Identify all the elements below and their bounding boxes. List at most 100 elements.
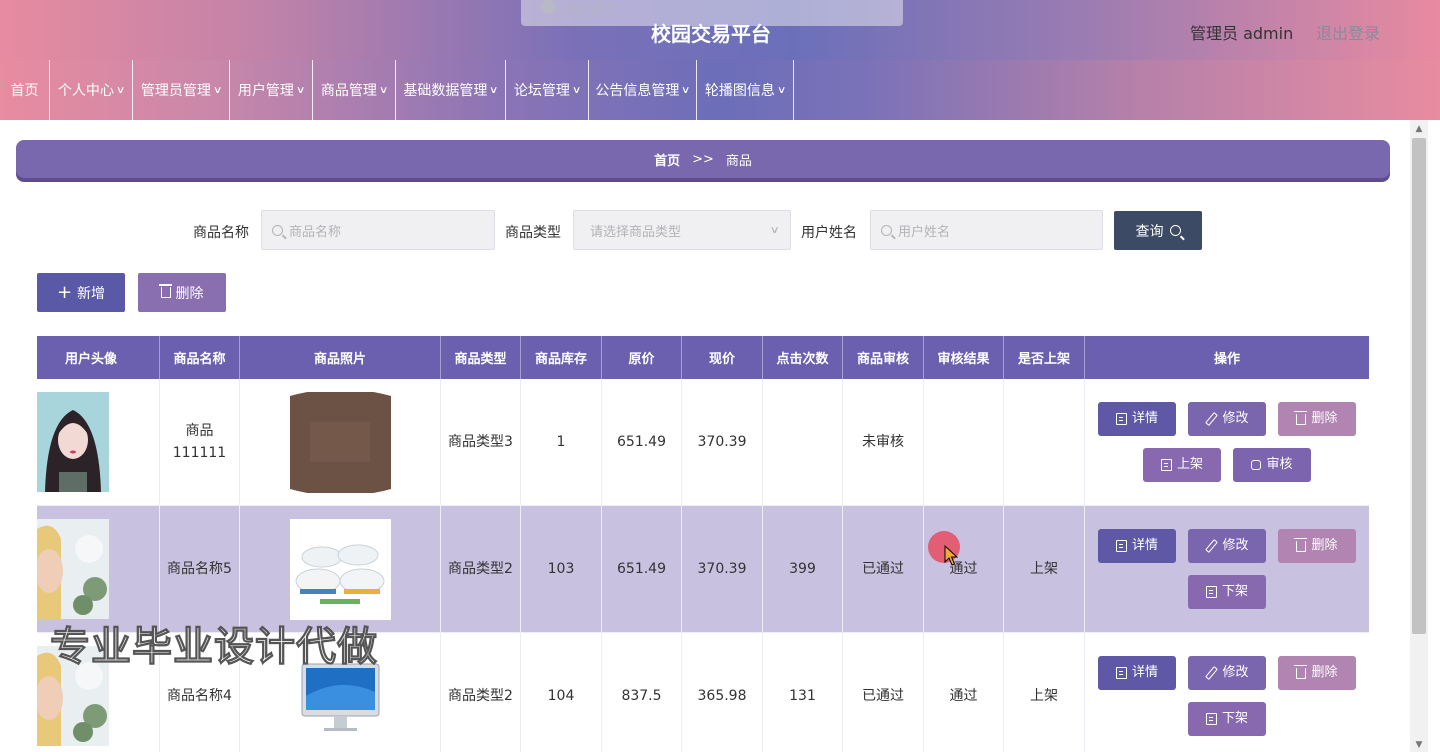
table-header: 用户头像 商品名称 商品照片 商品类型 商品库存 原价 现价 点击次数 商品审核… (37, 336, 1369, 379)
detail-button[interactable]: 详情 (1098, 656, 1176, 690)
top-header: 操作成功 校园交易平台 管理员 admin 退出登录 (0, 0, 1440, 60)
trash-icon (1294, 410, 1308, 425)
stock-cell: 1 (521, 379, 602, 505)
edit-button[interactable]: 修改 (1188, 656, 1266, 690)
operations-cell: 详情 修改 删除 上架 审核 (1085, 379, 1369, 505)
add-button[interactable]: + 新增 (37, 273, 125, 312)
goods-table: 用户头像 商品名称 商品照片 商品类型 商品库存 原价 现价 点击次数 商品审核… (37, 336, 1369, 752)
original-price-cell: 651.49 (602, 379, 682, 505)
goods-name-label: 商品名称 (193, 225, 249, 241)
nav-item-admin-management[interactable]: 管理员管理 ∨ (133, 60, 230, 120)
goods-photo-cell (240, 379, 441, 505)
col-header: 用户头像 (37, 336, 160, 379)
chevron-down-icon: ∨ (378, 84, 389, 96)
goods-name-cell: 商品111111 (160, 379, 240, 505)
nav-item-notice[interactable]: 公告信息管理 ∨ (589, 60, 697, 120)
take-off-shelf-button[interactable]: 下架 (1188, 702, 1266, 736)
on-shelf-cell: 上架 (1004, 506, 1085, 632)
col-header: 现价 (682, 336, 763, 379)
breadcrumb-home[interactable]: 首页 (654, 150, 680, 169)
clicks-cell (763, 379, 843, 505)
query-button[interactable]: 查询 (1114, 211, 1202, 250)
audit-button[interactable]: 审核 (1233, 448, 1311, 482)
scroll-up-arrow-icon[interactable]: ▲ (1412, 124, 1426, 134)
document-icon (1115, 540, 1127, 552)
col-header: 审核结果 (924, 336, 1004, 379)
chevron-down-icon: ∨ (295, 84, 306, 96)
audit-result-cell: 通过 (924, 633, 1004, 752)
goods-type-cell: 商品类型3 (441, 379, 521, 505)
chevron-down-icon: ∨ (769, 224, 780, 236)
success-check-icon (541, 0, 555, 14)
document-icon (1115, 667, 1127, 679)
chevron-down-icon: ∨ (571, 84, 582, 96)
nav-item-home[interactable]: 首页 (0, 60, 50, 120)
avatar (37, 392, 109, 492)
operations-cell: 详情 修改 删除 下架 (1085, 506, 1369, 632)
avatar (37, 519, 109, 619)
nav-item-user-management[interactable]: 用户管理 ∨ (230, 60, 313, 120)
admin-user-label: 管理员 admin (1190, 24, 1294, 43)
operations-cell: 详情 修改 删除 下架 (1085, 633, 1369, 752)
col-header: 商品类型 (441, 336, 521, 379)
document-icon (1205, 713, 1217, 725)
app-root: 操作成功 校园交易平台 管理员 admin 退出登录 首页 个人中心 ∨ 管理员管… (0, 0, 1440, 752)
search-icon (1169, 225, 1181, 236)
col-header: 是否上架 (1004, 336, 1085, 379)
detail-button[interactable]: 详情 (1098, 529, 1176, 563)
scroll-down-arrow-icon[interactable]: ▼ (1412, 740, 1426, 750)
delete-button[interactable]: 删除 (1278, 402, 1356, 436)
chevron-down-icon: ∨ (681, 84, 691, 96)
logout-link[interactable]: 退出登录 (1316, 20, 1380, 44)
goods-name-input[interactable]: 商品名称 (261, 210, 495, 250)
detail-button[interactable]: 详情 (1098, 402, 1176, 436)
goods-type-select[interactable]: 请选择商品类型 ∨ (573, 210, 791, 250)
audit-status-cell: 未审核 (843, 379, 924, 505)
nav-item-base-data[interactable]: 基础数据管理 ∨ (396, 60, 506, 120)
search-icon (272, 224, 283, 236)
goods-type-cell: 商品类型2 (441, 633, 521, 752)
document-icon (1160, 459, 1172, 471)
delete-button[interactable]: 删除 (1278, 656, 1356, 690)
thumb-up-icon (1251, 460, 1262, 470)
table-row: 商品111111 商品类型3 1 651.49 370.39 未审核 详情 修改 (37, 379, 1369, 506)
pencil-icon (1205, 667, 1217, 679)
col-header: 商品审核 (843, 336, 924, 379)
take-off-shelf-button[interactable]: 下架 (1188, 575, 1266, 609)
audit-result-cell: 通过 (924, 506, 1004, 632)
original-price-cell: 837.5 (602, 633, 682, 752)
trash-icon (158, 284, 172, 298)
nav-item-goods-management[interactable]: 商品管理 ∨ (313, 60, 396, 120)
stock-cell: 104 (521, 633, 602, 752)
col-header: 点击次数 (763, 336, 843, 379)
price-cell: 370.39 (682, 506, 763, 632)
goods-type-label: 商品类型 (505, 225, 561, 241)
breadcrumb: 首页 >> 商品 (16, 140, 1390, 178)
edit-button[interactable]: 修改 (1188, 529, 1266, 563)
plus-icon: + (56, 281, 73, 303)
chevron-down-icon: ∨ (776, 84, 787, 96)
nav-item-forum[interactable]: 论坛管理 ∨ (506, 60, 589, 120)
edit-button[interactable]: 修改 (1188, 402, 1266, 436)
audit-status-cell: 已通过 (843, 633, 924, 752)
goods-photo (289, 518, 391, 620)
batch-delete-button[interactable]: 删除 (138, 273, 226, 312)
main-nav: 首页 个人中心 ∨ 管理员管理 ∨ 用户管理 ∨ 商品管理 ∨ 基础数据管理 ∨ 论坛管理… (0, 60, 1440, 120)
document-icon (1115, 413, 1127, 425)
avatar-cell (37, 379, 160, 505)
nav-item-carousel[interactable]: 轮播图信息 ∨ (697, 60, 794, 120)
nav-item-personal-center[interactable]: 个人中心 ∨ (50, 60, 133, 120)
on-shelf-cell: 上架 (1004, 633, 1085, 752)
chevron-down-icon: ∨ (489, 84, 499, 96)
stock-cell: 103 (521, 506, 602, 632)
price-cell: 370.39 (682, 379, 763, 505)
breadcrumb-current: 商品 (725, 153, 752, 169)
pencil-icon (1205, 413, 1217, 425)
original-price-cell: 651.49 (602, 506, 682, 632)
scrollbar-thumb[interactable] (1412, 138, 1426, 634)
put-on-shelf-button[interactable]: 上架 (1143, 448, 1221, 482)
search-icon (881, 224, 892, 236)
clicks-cell: 399 (763, 506, 843, 632)
user-name-input[interactable]: 用户姓名 (870, 210, 1103, 250)
delete-button[interactable]: 删除 (1278, 529, 1356, 563)
